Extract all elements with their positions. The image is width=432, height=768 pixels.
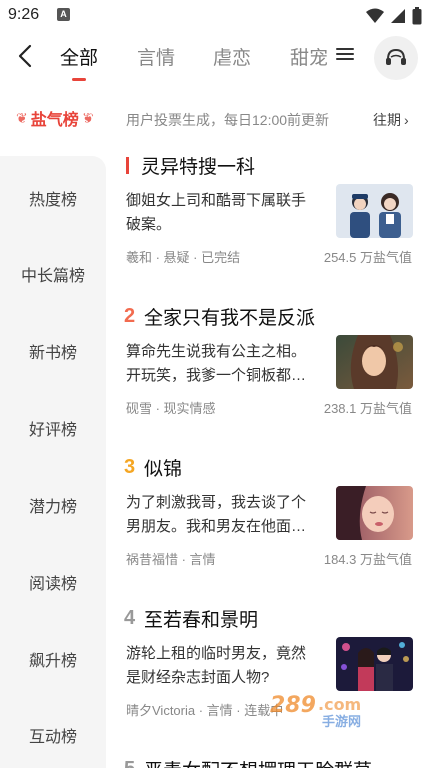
book-cover [336,486,413,540]
svg-text:.com: .com [318,695,361,714]
book-cover [336,335,413,389]
battery-icon [412,7,422,25]
tab-sweet[interactable]: 甜宠 [290,43,328,70]
list-item[interactable]: 3 似锦 为了刺激我哥，我去谈了个男朋友。我和男友在他面… 祸昔福惜 · 言情 … [124,454,414,574]
status-icons [366,7,422,25]
signal-icon [391,9,405,23]
status-time: 9:26 [8,6,40,23]
book-meta: 羲和 · 悬疑 · 已完结 [126,250,241,265]
laurel-right-icon: ❦ [81,109,94,126]
rank-sidebar: 热度榜 中长篇榜 新书榜 好评榜 潜力榜 阅读榜 飙升榜 互动榜 [0,156,106,768]
tab-all[interactable]: 全部 [60,43,98,70]
book-cover [336,637,413,691]
active-tab-indicator [72,78,86,81]
rank-number: 3 [124,456,136,478]
avatar[interactable] [374,36,418,80]
rank-1-marker [126,157,129,174]
sidebar-item-read[interactable]: 阅读榜 [0,570,106,594]
book-description: 御姐女上司和酷哥下属联手破案。 [126,192,307,233]
sidebar-item-potential[interactable]: 潜力榜 [0,493,106,517]
site-watermark: 289 .com 手游网 [266,690,416,730]
status-bar: 9:26 A [0,0,432,32]
book-description: 游轮上租的临时男友，竟然是财经杂志封面人物? [126,645,307,686]
book-heat: 184.3 万盐气值 [323,552,412,567]
wifi-icon [366,8,384,23]
sidebar-item-long[interactable]: 中长篇榜 [0,262,106,286]
past-issues-link[interactable]: 往期 › [373,110,409,130]
salt-rank-label: 盐气榜 [30,112,79,129]
sidebar-item-rising[interactable]: 飙升榜 [0,647,106,671]
svg-text:手游网: 手游网 [322,714,361,730]
support-agent-icon [386,48,406,65]
tab-angst[interactable]: 虐恋 [213,43,251,70]
sidebar-item-rated[interactable]: 好评榜 [0,416,106,440]
police-duo-cover-icon [336,184,413,238]
list-item[interactable]: 灵异特搜一科 御姐女上司和酷哥下属联手破案。 羲和 · 悬疑 · 已完结 254… [124,152,414,272]
sidebar-item-interact[interactable]: 互动榜 [0,723,106,747]
past-issues-label: 往期 [373,112,401,128]
book-meta: 砚雪 · 现实情感 [126,401,216,416]
book-title-row: 3 似锦 [124,454,182,481]
book-title: 灵异特搜一科 [141,157,256,178]
sidebar-item-new[interactable]: 新书榜 [0,339,106,363]
list-item[interactable]: 2 全家只有我不是反派 算命先生说我有公主之相。开玩笑，我爹一个铜板都… 砚雪 … [124,303,414,423]
rank-number: 4 [124,607,136,629]
back-arrow-icon [18,44,32,68]
couple-neon-cover-icon [336,637,413,691]
salt-rank-title: ❦ 盐气榜 ❦ [16,106,93,130]
rank-header: ❦ 盐气榜 ❦ 用户投票生成，每日12:00前更新 往期 › [0,100,432,136]
rank-number: 5 [124,758,144,768]
book-title: 似锦 [144,459,183,480]
book-title-row: 4 至若春和景明 [124,605,258,632]
sleeping-girl-cover-icon [336,486,413,540]
book-heat: 254.5 万盐气值 [323,250,412,265]
back-button[interactable] [12,42,40,70]
rank-number: 2 [124,305,136,327]
book-heat: 238.1 万盐气值 [323,401,412,416]
chevron-right-icon: › [404,112,409,128]
book-title-row: 5 恶毒女配不想摆理玉脸群草 [124,756,372,768]
book-cover [336,184,413,238]
book-meta: 晴夕Victoria · 言情 · 连载中 [126,703,284,718]
tab-romance[interactable]: 言情 [137,43,175,70]
tab-menu-button[interactable] [334,45,356,67]
laurel-left-icon: ❦ [16,109,28,126]
category-tabs: 全部 言情 虐恋 甜宠 [60,32,330,84]
book-description: 为了刺激我哥，我去谈了个男朋友。我和男友在他面… [126,494,307,535]
list-item[interactable]: 5 恶毒女配不想摆理玉脸群草 [124,756,414,768]
sidebar-item-hot[interactable]: 热度榜 [0,186,106,210]
book-description: 算命先生说我有公主之相。开玩笑，我爹一个铜板都… [126,343,307,384]
book-meta: 祸昔福惜 · 言情 [126,552,216,567]
top-nav: 全部 言情 虐恋 甜宠 [0,32,432,84]
book-title: 恶毒女配不想摆理玉脸群草 [144,756,372,768]
notification-icon: A [57,8,70,21]
woman-portrait-cover-icon [336,335,413,389]
book-title: 全家只有我不是反派 [144,308,316,329]
watermark-logo-icon: 289 .com 手游网 [270,693,361,730]
book-title-row: 灵异特搜一科 [124,152,255,179]
book-title: 至若春和景明 [144,610,259,631]
svg-text:289: 289 [270,693,316,718]
update-note: 用户投票生成，每日12:00前更新 [126,112,330,128]
book-title-row: 2 全家只有我不是反派 [124,303,315,330]
